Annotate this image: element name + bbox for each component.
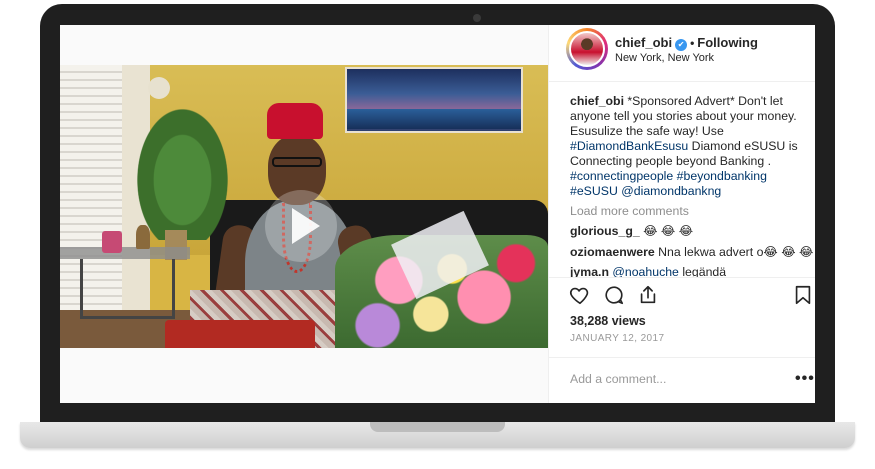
play-icon — [292, 208, 320, 244]
comment-text: Nna lekwa advert o😂 😂 😂 — [654, 245, 814, 259]
video-letterbox-top — [60, 25, 548, 65]
video-player[interactable] — [60, 65, 548, 348]
comment-text: 😂 😂 😂 — [639, 224, 694, 238]
mention-link[interactable]: @diamondbankng — [621, 184, 721, 198]
action-bar — [549, 277, 815, 311]
verified-badge-icon: ✔ — [675, 39, 688, 51]
more-options-icon[interactable]: ••• — [795, 370, 815, 388]
load-more-comments-button[interactable]: Load more comments — [570, 204, 689, 218]
video-scene-lamp — [148, 77, 170, 99]
video-scene-side-table — [60, 247, 190, 259]
comment-icon[interactable] — [603, 284, 625, 306]
video-scene-glasses — [272, 157, 322, 167]
video-scene-laptop — [165, 320, 315, 348]
play-button[interactable] — [265, 190, 337, 262]
header-separator: • — [690, 36, 695, 50]
share-icon[interactable] — [637, 284, 659, 306]
video-letterbox-bottom — [60, 348, 548, 403]
laptop-notch — [370, 422, 505, 432]
story-ring[interactable] — [566, 28, 608, 70]
avatar[interactable] — [569, 31, 605, 67]
video-scene-candle — [102, 231, 122, 253]
username-row: chief_obi ✔ • Following — [615, 35, 758, 51]
view-count[interactable]: 38,288 views — [570, 314, 646, 328]
heart-icon[interactable] — [569, 284, 591, 306]
video-scene-plant — [125, 90, 240, 240]
add-comment-section: ••• — [549, 357, 815, 403]
comment-username-link[interactable]: oziomaenwere — [570, 245, 655, 259]
comment-item: oziomaenwere Nna lekwa advert o😂 😂 😂 — [570, 245, 813, 259]
comment-username-link[interactable]: glorious_g_ — [570, 224, 640, 238]
webcam-dot — [473, 14, 481, 22]
hashtag-link[interactable]: #connectingpeople — [570, 169, 673, 183]
following-button[interactable]: Following — [697, 35, 758, 50]
hashtag-link[interactable]: #beyondbanking — [677, 169, 767, 183]
video-scene-table-legs — [80, 259, 175, 319]
post-sidebar: chief_obi ✔ • Following New York, New York … — [548, 25, 815, 403]
video-scene-figurine — [136, 225, 150, 249]
comment-input[interactable] — [570, 372, 770, 386]
hashtag-link[interactable]: #DiamondBankEsusu — [570, 139, 688, 153]
video-scene-painting-water — [347, 109, 521, 129]
location-link[interactable]: New York, New York — [615, 52, 714, 64]
post-header: chief_obi ✔ • Following New York, New York — [549, 25, 815, 82]
post-caption: chief_obi *Sponsored Advert* Don't let a… — [570, 94, 808, 199]
hashtag-link[interactable]: #eSUSU — [570, 184, 618, 198]
caption-author-link[interactable]: chief_obi — [570, 94, 624, 108]
comment-item: glorious_g_ 😂 😂 😂 — [570, 224, 693, 238]
screen: chief_obi ✔ • Following New York, New York … — [60, 25, 815, 403]
video-scene-red-cap — [267, 103, 323, 139]
username-link[interactable]: chief_obi — [615, 35, 672, 50]
bookmark-icon[interactable] — [792, 284, 814, 306]
post-date: JANUARY 12, 2017 — [570, 333, 665, 344]
